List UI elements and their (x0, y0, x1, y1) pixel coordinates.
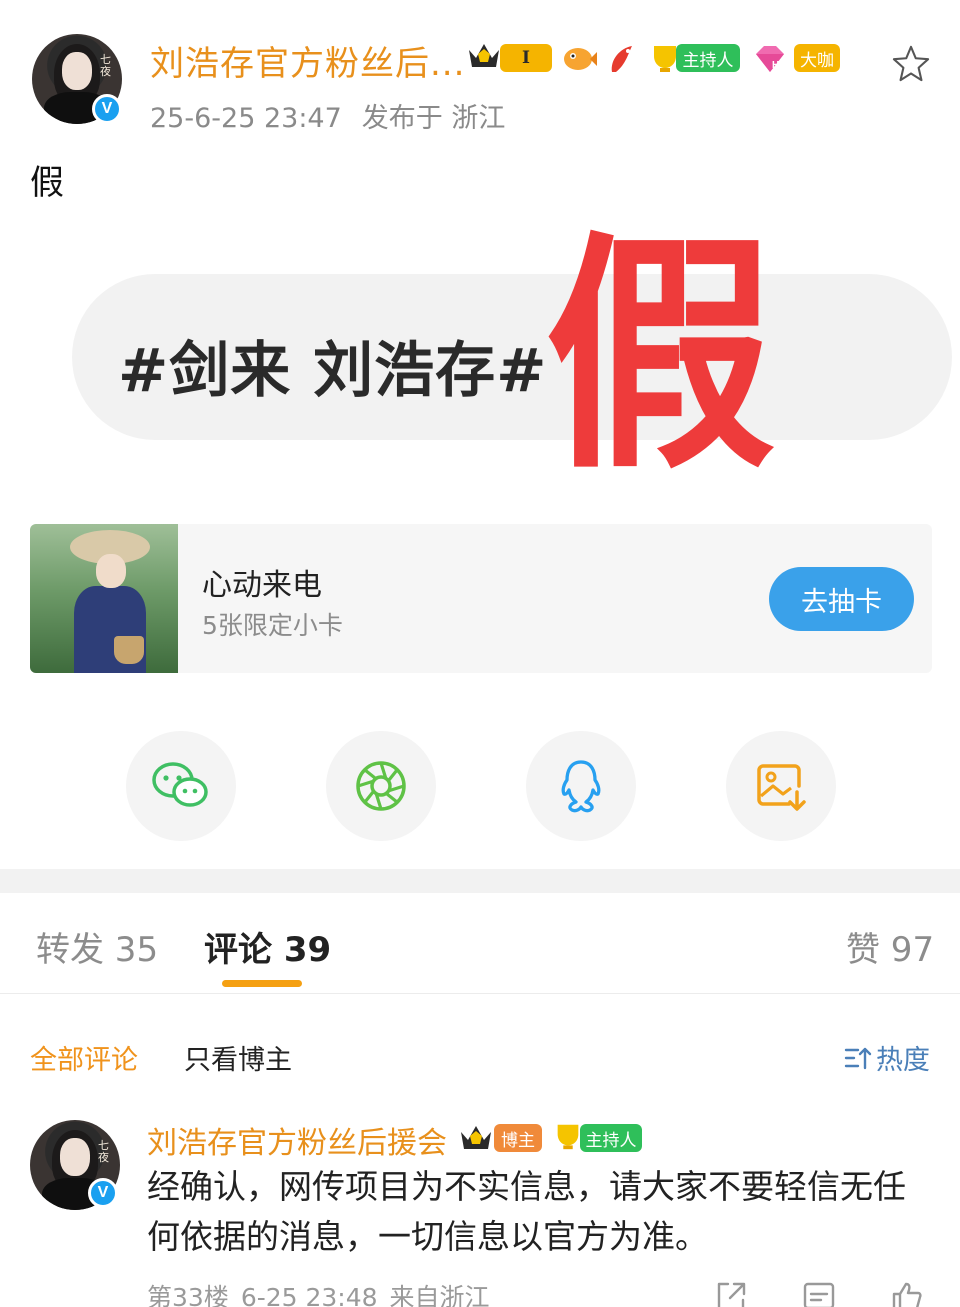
card-thumbnail (30, 524, 178, 673)
verified-badge-icon: V (92, 94, 122, 124)
qq-icon (561, 760, 601, 813)
filter-all-comments[interactable]: 全部评论 (30, 1038, 138, 1077)
sort-label: 热度 (876, 1045, 930, 1076)
tab-repost[interactable]: 转发 35 (36, 922, 158, 971)
koi-icon (611, 46, 632, 72)
save-image-icon (757, 764, 806, 811)
moments-icon (356, 761, 406, 811)
tab-comments[interactable]: 评论 39 (204, 922, 331, 971)
comment-text: 经确认，网传项目为不实信息，请大家不要轻信无任何依据的消息，一切信息以官方为准。 (147, 1167, 906, 1256)
comment-location: 来自浙江 (389, 1283, 490, 1307)
share-wechat-button[interactable] (126, 731, 236, 841)
share-moments-button[interactable] (326, 731, 436, 841)
image-hashtag-text: #剑来 刘浩存# (118, 336, 548, 406)
filter-author-only[interactable]: 只看博主 (184, 1038, 292, 1077)
tabs-divider (0, 993, 960, 994)
sort-icon (844, 1047, 872, 1069)
image-fake-char: 假 (545, 211, 775, 502)
comment-reply-icon[interactable] (802, 1280, 836, 1307)
avatar-text: 七夜 (100, 53, 111, 78)
post-location: 发布于 浙江 (361, 103, 506, 134)
commenter-name[interactable]: 刘浩存官方粉丝后援会 (147, 1118, 447, 1162)
commenter-avatar-text: 七夜 (98, 1139, 109, 1164)
crown-icon (469, 44, 499, 67)
comment-meta: 第33楼 6-25 23:48 来自浙江 (147, 1278, 490, 1307)
post-time: 25-6-25 23:47 (150, 103, 342, 134)
commenter-host-badge: 主持人 (580, 1124, 642, 1152)
fish-icon (564, 48, 597, 70)
commenter-crown-icon (461, 1126, 491, 1149)
diamond-icon: H (756, 46, 784, 72)
comment-time: 6-25 23:48 (240, 1283, 378, 1307)
card-title: 心动来电 (202, 568, 322, 603)
promo-card[interactable]: 心动来电 5张限定小卡 去抽卡 (30, 524, 932, 673)
big-shot-badge: 大咖 (794, 44, 840, 72)
host-badge: 主持人 (676, 44, 740, 72)
sort-hot-button[interactable]: 热度 (844, 1038, 930, 1077)
active-tab-indicator (222, 980, 302, 987)
wechat-icon (152, 762, 208, 807)
fan-level-badge: I (500, 44, 552, 72)
comment-share-icon[interactable] (714, 1280, 748, 1307)
blogger-badge: 博主 (494, 1124, 542, 1152)
save-image-button[interactable] (726, 731, 836, 841)
post-text: 假 (30, 163, 64, 203)
comment-floor: 第33楼 (147, 1283, 229, 1307)
tab-likes[interactable]: 赞 97 (846, 922, 934, 971)
favorite-star-icon[interactable] (892, 44, 930, 82)
post-meta: 25-6-25 23:47 发布于 浙江 (150, 96, 505, 135)
post-image[interactable]: #剑来 刘浩存# 假 (30, 211, 952, 507)
draw-card-button[interactable]: 去抽卡 (769, 567, 914, 631)
section-divider (0, 869, 960, 893)
share-qq-button[interactable] (526, 731, 636, 841)
svg-text:H: H (772, 60, 779, 71)
commenter-verified-icon: V (88, 1178, 118, 1208)
comment-like-icon[interactable] (890, 1280, 924, 1307)
post-author-name[interactable]: 刘浩存官方粉丝后... (150, 36, 465, 85)
card-subtitle: 5张限定小卡 (202, 611, 343, 640)
